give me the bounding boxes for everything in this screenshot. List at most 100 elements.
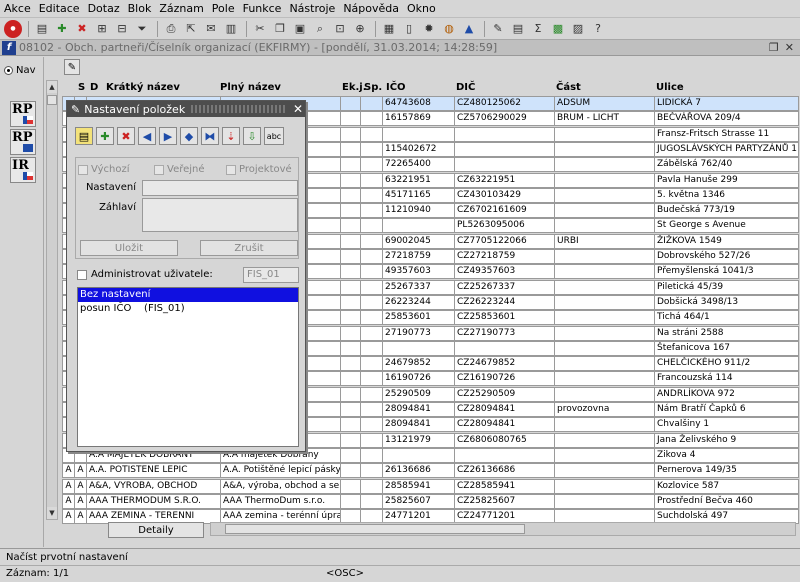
cell-ulice[interactable]: Kozlovice 587	[654, 478, 799, 494]
mail-icon[interactable]: ✉	[202, 20, 220, 38]
cell-dic[interactable]: CZ6806080765	[454, 432, 555, 448]
cell-cast[interactable]	[554, 172, 655, 188]
cell-dic[interactable]	[454, 340, 555, 356]
cell-ulice[interactable]: CHELČICKÉHO 911/2	[654, 356, 799, 372]
zoom-icon[interactable]: ⊕	[351, 20, 369, 38]
cell-ulice[interactable]: Fransz-Fritsch Strasse 11	[654, 126, 799, 142]
layout-icon[interactable]: ▤	[509, 20, 527, 38]
abc-icon[interactable]: abc	[264, 127, 284, 145]
cell-sp[interactable]	[360, 493, 383, 509]
cell-dic[interactable]: CZ28585941	[454, 478, 555, 494]
cell-ic[interactable]: 25853601	[382, 310, 455, 326]
save-icon[interactable]: ▤	[33, 20, 51, 38]
cell-sp[interactable]	[360, 417, 383, 433]
excel-icon[interactable]: ▩	[549, 20, 567, 38]
cell-dic[interactable]: CZ480125062	[454, 96, 555, 111]
header-field[interactable]	[142, 198, 298, 232]
delete-setting-icon[interactable]: ✖	[117, 127, 135, 145]
cell-ic[interactable]: 49357603	[382, 264, 455, 280]
cell-dic[interactable]	[454, 447, 555, 463]
grid-vertical-scrollbar[interactable]: ▲ ▼	[46, 80, 58, 520]
cell-sp[interactable]	[360, 325, 383, 341]
cell-dic[interactable]	[454, 141, 555, 157]
cell-sp[interactable]	[360, 356, 383, 372]
col-header-cast[interactable]: Část	[556, 82, 581, 93]
save-button[interactable]: Uložit	[80, 240, 178, 256]
cell-ic[interactable]: 24679852	[382, 356, 455, 372]
cell-ekj[interactable]	[340, 126, 361, 142]
cell-ekj[interactable]	[340, 172, 361, 188]
cell-cast[interactable]	[554, 417, 655, 433]
cell-ic[interactable]: 72265400	[382, 157, 455, 173]
cell-ekj[interactable]	[340, 310, 361, 326]
cell-ekj[interactable]	[340, 249, 361, 264]
menu-pole[interactable]: Pole	[212, 2, 235, 15]
table-row[interactable]: A A A&A, VYROBA, OBCHOD A&A, výroba, obchod…	[62, 478, 799, 494]
cell-sp[interactable]	[360, 402, 383, 417]
cell-ulice[interactable]: Na stráni 2588	[654, 325, 799, 341]
cell-sp[interactable]	[360, 279, 383, 295]
project-checkbox[interactable]: Projektové	[226, 164, 292, 175]
cell-dic[interactable]: CZ5706290029	[454, 111, 555, 127]
menu-okno[interactable]: Okno	[407, 2, 436, 15]
menu-editace[interactable]: Editace	[39, 2, 80, 15]
calculator-icon[interactable]: ▦	[380, 20, 398, 38]
cell-cast[interactable]	[554, 478, 655, 494]
col-header-s[interactable]: S	[78, 82, 85, 93]
cell-ic[interactable]: 16190726	[382, 371, 455, 387]
cell-ulice[interactable]: St George s Avenue	[654, 218, 799, 234]
cell-ulice[interactable]: Pernerova 149/35	[654, 463, 799, 479]
arrow-right-icon[interactable]: ▶	[159, 127, 177, 145]
cell-sp[interactable]	[360, 340, 383, 356]
cell-ulice[interactable]: ANDRLÍKOVA 972	[654, 386, 799, 402]
menu-blok[interactable]: Blok	[128, 2, 152, 15]
cell-sp[interactable]	[360, 310, 383, 326]
cell-cast[interactable]: BRUM - LICHT	[554, 111, 655, 127]
dialog-titlebar[interactable]: ✎ Nastavení položek ✕	[67, 101, 305, 117]
table-row[interactable]: A A AAA THERMODUM S.R.O. AAA ThermoDum s.r.…	[62, 493, 799, 509]
filter-icon[interactable]: ⏷	[133, 20, 151, 38]
cell-sp[interactable]	[360, 111, 383, 127]
cell-dic[interactable]: CZ24679852	[454, 356, 555, 372]
cell-ekj[interactable]	[340, 157, 361, 173]
cell-ekj[interactable]	[340, 417, 361, 433]
menu-funkce[interactable]: Funkce	[243, 2, 282, 15]
nav-radio[interactable]: Nav	[4, 65, 36, 76]
cell-ic[interactable]: 25267337	[382, 279, 455, 295]
cell-ulice[interactable]: Štefanicova 167	[654, 340, 799, 356]
restore-icon[interactable]: ❐	[769, 41, 779, 54]
cell-dic[interactable]: CZ25267337	[454, 279, 555, 295]
default-checkbox[interactable]: Výchozí	[78, 164, 129, 175]
admin-users-checkbox[interactable]: Administrovat uživatele:	[77, 269, 213, 280]
cell-ic[interactable]: 25290509	[382, 386, 455, 402]
cell-ulice[interactable]: Zábělská 762/40	[654, 157, 799, 173]
cell-dic[interactable]: CZ49357603	[454, 264, 555, 280]
wrench-icon[interactable]: ✎	[64, 59, 80, 75]
settings-icon[interactable]: ✹	[420, 20, 438, 38]
cell-dic[interactable]: CZ28094841	[454, 417, 555, 433]
close-icon[interactable]: ✕	[291, 102, 305, 116]
filter-green-icon[interactable]: ⇩	[243, 127, 261, 145]
col-header-short-name[interactable]: Krátký název	[106, 82, 180, 93]
cell-ekj[interactable]	[340, 325, 361, 341]
cell-cast[interactable]	[554, 279, 655, 295]
cell-dic[interactable]: CZ27218759	[454, 249, 555, 264]
archive-icon[interactable]: ▥	[222, 20, 240, 38]
cell-sp[interactable]	[360, 432, 383, 448]
cell-sp[interactable]	[360, 264, 383, 280]
cell-ekj[interactable]	[340, 141, 361, 157]
add-setting-icon[interactable]: ✚	[96, 127, 114, 145]
cell-dic[interactable]: CZ28094841	[454, 402, 555, 417]
rp-czech-button[interactable]: RP	[10, 101, 36, 127]
cell-ic[interactable]: 28094841	[382, 417, 455, 433]
cell-ulice[interactable]: Pavla Hanuše 299	[654, 172, 799, 188]
cell-ic[interactable]: 11210940	[382, 203, 455, 219]
cell-ulice[interactable]: Prostřední Bečva 460	[654, 493, 799, 509]
cell-ulice[interactable]: Zikova 4	[654, 447, 799, 463]
cell-sp[interactable]	[360, 187, 383, 203]
cell-cast[interactable]: provozovna	[554, 402, 655, 417]
cell-ulice[interactable]: Přemyšlenská 1041/3	[654, 264, 799, 280]
cell-ekj[interactable]	[340, 233, 361, 249]
cell-cast[interactable]	[554, 141, 655, 157]
cell-sp[interactable]	[360, 463, 383, 479]
